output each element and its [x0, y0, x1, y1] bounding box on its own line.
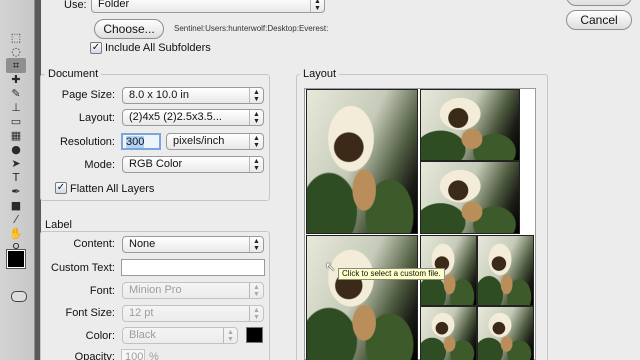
photo-slot-3[interactable]: [420, 161, 520, 234]
lasso-icon[interactable]: ◌: [6, 44, 26, 59]
content-label: Content:: [73, 238, 115, 250]
photo-slot-1[interactable]: [306, 89, 418, 234]
ok-button[interactable]: [566, 0, 632, 6]
gradient-icon[interactable]: ▦: [6, 128, 26, 143]
flatten-layers-label: Flatten All Layers: [70, 183, 155, 195]
chevron-up-down-icon: ▲ ▼: [223, 328, 237, 343]
layout-label: Layout:: [78, 112, 115, 124]
eraser-icon[interactable]: ▭: [6, 114, 26, 129]
font-value: Minion Pro: [129, 284, 182, 296]
tooltip: Click to select a custom file.: [338, 268, 445, 280]
layout-value: (2)4x5 (2)2.5x3.5...: [129, 111, 222, 123]
custom-text-input[interactable]: [121, 259, 265, 276]
document-group-title: Document: [45, 68, 102, 80]
use-select[interactable]: Folder ▲ ▼: [91, 0, 325, 13]
page-size-label: Page Size:: [61, 89, 115, 101]
chevron-up-down-icon: ▲ ▼: [249, 110, 263, 125]
photo-slot-8[interactable]: [477, 306, 534, 360]
resolution-label: Resolution:: [59, 136, 115, 148]
use-label: Use:: [64, 0, 87, 11]
chevron-up-down-icon: ▲ ▼: [249, 237, 263, 252]
opacity-value: 100: [125, 351, 144, 360]
chevron-up-down-icon: ▲ ▼: [249, 283, 263, 298]
source-path: Sentinel:Users:hunterwolf:Desktop:Everes…: [174, 24, 329, 33]
photo-slot-6[interactable]: [477, 235, 534, 306]
photo-slot-4[interactable]: [306, 235, 418, 360]
chevron-up-down-icon: ▲ ▼: [249, 157, 263, 172]
chevron-up-down-icon: ▲ ▼: [249, 88, 263, 103]
mouse-cursor-icon: ↖: [325, 260, 336, 275]
cancel-button[interactable]: Cancel: [566, 10, 632, 30]
custom-text-label: Custom Text:: [51, 262, 115, 274]
page-size-value: 8.0 x 10.0 in: [129, 89, 189, 101]
color-value: Black: [129, 329, 156, 341]
font-size-label: Font Size:: [65, 307, 115, 319]
resolution-unit-value: pixels/inch: [173, 135, 225, 147]
font-size-value: 12 pt: [129, 307, 154, 319]
label-color-swatch[interactable]: [246, 327, 263, 343]
opacity-input[interactable]: 100: [121, 349, 145, 360]
mode-select[interactable]: RGB Color ▲ ▼: [122, 156, 264, 173]
content-value: None: [129, 238, 156, 250]
picture-package-dialog: Use: Folder ▲ ▼ Choose... Sentinel:Users:…: [40, 0, 640, 360]
opacity-unit: %: [149, 351, 159, 360]
tools-panel: ⬚ ◌ ⌗ ✚ ✎ ⊥ ▭ ▦ ● ➤ T ✒ ■ ⁄ ✋ ⚲: [0, 0, 35, 360]
color-select[interactable]: Black ▲ ▼: [122, 327, 238, 344]
font-size-select[interactable]: 12 pt ▲ ▼: [122, 305, 264, 322]
chevron-up-down-icon: ▲ ▼: [249, 306, 263, 321]
resolution-input[interactable]: 300: [121, 133, 161, 150]
use-select-value: Folder: [98, 0, 130, 10]
layout-preview[interactable]: [304, 88, 536, 360]
flatten-layers-checkbox[interactable]: ✓: [55, 182, 67, 194]
clone-stamp-icon[interactable]: ⊥: [6, 100, 26, 115]
dodge-icon[interactable]: ●: [6, 142, 26, 157]
hand-icon[interactable]: ✋: [6, 226, 26, 241]
mode-value: RGB Color: [129, 158, 183, 170]
resolution-unit-select[interactable]: pixels/inch ▲ ▼: [166, 133, 264, 150]
photo-slot-7[interactable]: [420, 306, 477, 360]
quick-mask-icon[interactable]: [11, 291, 27, 302]
pen-icon[interactable]: ✒: [6, 184, 26, 199]
label-group-title: Label: [42, 219, 75, 231]
foreground-color-swatch[interactable]: [6, 249, 26, 269]
choose-button[interactable]: Choose...: [94, 19, 164, 39]
layout-select[interactable]: (2)4x5 (2)2.5x3.5... ▲ ▼: [122, 109, 264, 126]
photo-slot-2[interactable]: [420, 89, 520, 161]
eyedropper-icon[interactable]: ⁄: [6, 212, 26, 227]
include-subfolders-checkbox[interactable]: ✓: [90, 42, 102, 54]
page-size-select[interactable]: 8.0 x 10.0 in ▲ ▼: [122, 87, 264, 104]
marquee-icon[interactable]: ⬚: [6, 30, 26, 45]
chevron-up-down-icon: ▲ ▼: [249, 134, 263, 149]
font-label: Font:: [89, 285, 115, 297]
chevron-up-down-icon: ▲ ▼: [310, 0, 324, 12]
healing-brush-icon[interactable]: ✚: [6, 72, 26, 87]
content-select[interactable]: None ▲ ▼: [122, 236, 264, 253]
brush-icon[interactable]: ✎: [6, 86, 26, 101]
type-icon[interactable]: T: [6, 170, 26, 185]
crop-icon[interactable]: ⌗: [6, 58, 26, 73]
font-select[interactable]: Minion Pro ▲ ▼: [122, 282, 264, 299]
mode-label: Mode:: [84, 159, 115, 171]
include-subfolders-label: Include All Subfolders: [105, 42, 211, 54]
color-label: Color:: [85, 330, 115, 342]
path-select-icon[interactable]: ➤: [6, 156, 26, 171]
opacity-label: Opacity:: [74, 351, 115, 360]
shape-icon[interactable]: ■: [6, 198, 26, 213]
resolution-value: 300: [126, 136, 145, 148]
layout-group-title: Layout: [300, 68, 340, 80]
